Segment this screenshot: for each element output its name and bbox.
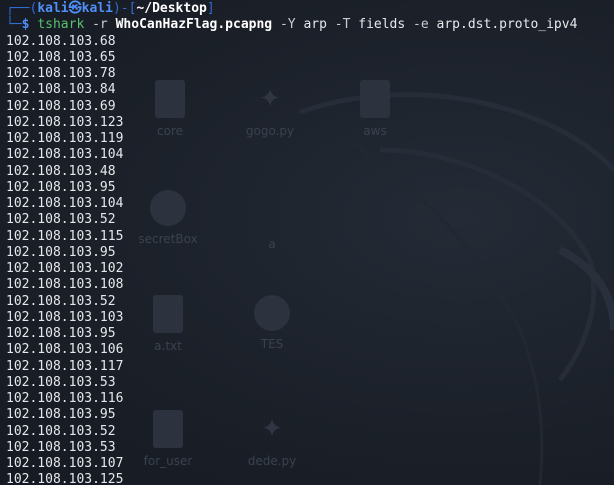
prompt-separator: )-[ xyxy=(112,1,137,16)
output-line: 102.108.103.95 xyxy=(6,244,116,260)
terminal-window[interactable]: core ✦ gogo.py aws secretBox a a.txt TES… xyxy=(0,0,614,485)
output-line: 102.108.103.106 xyxy=(6,342,124,358)
output-line: 102.108.103.52 xyxy=(6,212,116,228)
output-line: 102.108.103.95 xyxy=(6,407,116,423)
command-file: WhoCanHazFlag.pcapng xyxy=(115,17,273,33)
output-line: 102.108.103.115 xyxy=(6,228,124,244)
prompt-user-host: kali㉿kali xyxy=(37,1,113,16)
terminal-output[interactable]: ┌──(kali㉿kali)-[~/Desktop] └─$ tshark -r… xyxy=(6,1,614,485)
command-filter: arp xyxy=(303,17,327,33)
output-line: 102.108.103.84 xyxy=(6,82,116,98)
output-line: 102.108.103.53 xyxy=(6,439,116,455)
output-line: 102.108.103.104 xyxy=(6,196,124,211)
output-line: 102.108.103.116 xyxy=(6,391,124,406)
output-line: 102.108.103.95 xyxy=(6,326,116,341)
output-line: 102.108.103.68 xyxy=(6,33,116,49)
command-line: └─$ tshark -r WhoCanHazFlag.pcapng -Y ar… xyxy=(6,17,614,33)
output-line: 102.108.103.103 xyxy=(6,309,124,325)
command-flag-r: -r xyxy=(92,17,108,33)
output-line: 102.108.103.52 xyxy=(6,293,116,309)
command-field: arp.dst.proto_ipv4 xyxy=(436,17,578,33)
output-line: 102.108.103.65 xyxy=(6,49,116,65)
command-flag-t: -T xyxy=(334,17,351,33)
command-flag-y: -Y xyxy=(279,17,296,33)
command-name: tshark xyxy=(37,17,85,33)
output-line: 102.108.103.107 xyxy=(6,456,124,471)
output-line: 102.108.103.78 xyxy=(6,66,116,81)
prompt-path-end: ] xyxy=(206,1,215,16)
output-line: 102.108.103.52 xyxy=(6,423,116,439)
output-line: 102.108.103.53 xyxy=(6,374,116,390)
output-line: 102.108.103.123 xyxy=(6,114,124,130)
output-line: 102.108.103.48 xyxy=(6,163,116,179)
command-format: fields xyxy=(358,17,406,33)
output-line: 102.108.103.119 xyxy=(6,131,124,146)
prompt-box-top: ┌──( xyxy=(6,1,38,16)
output-line: 102.108.103.125 xyxy=(6,472,124,485)
output-line: 102.108.103.102 xyxy=(6,261,124,276)
prompt-line: ┌──(kali㉿kali)-[~/Desktop] xyxy=(6,1,614,17)
prompt-box-bottom: └─ xyxy=(6,17,22,33)
output-line: 102.108.103.104 xyxy=(6,147,124,163)
output-line: 102.108.103.69 xyxy=(6,98,116,114)
output-line: 102.108.103.108 xyxy=(6,277,124,293)
prompt-dollar: $ xyxy=(21,17,30,33)
output-line: 102.108.103.95 xyxy=(6,179,116,195)
output-line: 102.108.103.117 xyxy=(6,358,124,374)
command-flag-e: -e xyxy=(413,17,429,33)
prompt-path: ~/Desktop xyxy=(136,1,207,16)
